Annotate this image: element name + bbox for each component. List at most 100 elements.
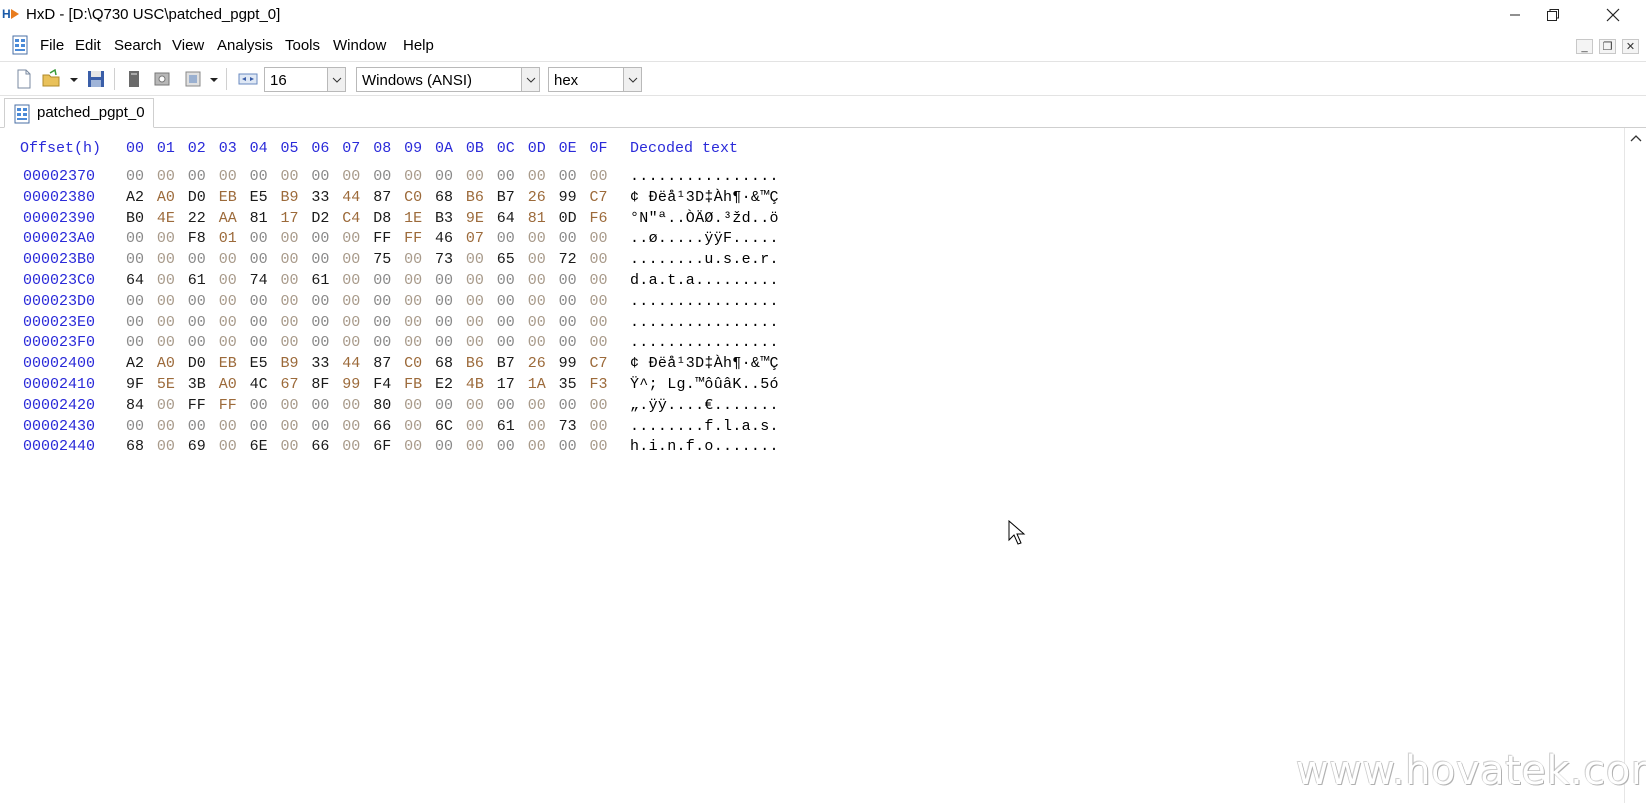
hex-byte[interactable]: 4C — [250, 376, 268, 393]
hex-byte[interactable]: C0 — [404, 355, 422, 372]
hex-byte[interactable]: 00 — [157, 438, 175, 455]
hex-byte[interactable]: 00 — [219, 293, 237, 310]
hex-byte[interactable]: 72 — [559, 251, 577, 268]
menu-window[interactable]: Window — [333, 37, 386, 54]
hex-byte[interactable]: 80 — [373, 397, 391, 414]
hex-row[interactable]: 000023F0 00 00 00 00 00 00 00 00 00 00 00 00 00 00 00 00… — [0, 334, 800, 354]
hex-byte[interactable]: 17 — [497, 376, 515, 393]
hex-byte[interactable]: 44 — [342, 355, 360, 372]
hex-byte[interactable]: 00 — [466, 397, 484, 414]
hex-byte[interactable]: 00 — [590, 272, 608, 289]
hex-byte[interactable]: 00 — [311, 397, 329, 414]
hex-byte[interactable]: 00 — [435, 438, 453, 455]
hex-byte[interactable]: 00 — [559, 230, 577, 247]
hex-byte[interactable]: 69 — [188, 438, 206, 455]
hex-byte[interactable]: 00 — [559, 293, 577, 310]
hex-byte[interactable]: B9 — [281, 355, 299, 372]
hex-byte[interactable]: 00 — [126, 314, 144, 331]
decoded-text[interactable]: ................ — [630, 334, 779, 351]
hex-byte[interactable]: 00 — [342, 230, 360, 247]
hex-byte[interactable]: 8F — [311, 376, 329, 393]
menu-tools[interactable]: Tools — [285, 37, 320, 54]
hex-byte[interactable]: 00 — [497, 397, 515, 414]
hex-row[interactable]: 00002420 84 00 FF FF 00 00 00 00 80 00 00 00 00 00 00 00… — [0, 397, 800, 417]
hex-byte[interactable]: 00 — [559, 272, 577, 289]
hex-byte[interactable]: 00 — [528, 334, 546, 351]
hex-byte[interactable]: 61 — [311, 272, 329, 289]
hex-byte[interactable]: 00 — [342, 168, 360, 185]
hex-byte[interactable]: 00 — [404, 314, 422, 331]
hex-row[interactable]: 000023C0 64 00 61 00 74 00 61 00 00 00 00 00 00 00 00 00… — [0, 272, 800, 292]
hex-byte[interactable]: F4 — [373, 376, 391, 393]
hex-byte[interactable]: 00 — [528, 251, 546, 268]
menu-analysis[interactable]: Analysis — [217, 37, 273, 54]
hex-byte[interactable]: 00 — [157, 334, 175, 351]
hex-byte[interactable]: 35 — [559, 376, 577, 393]
hex-byte[interactable]: D0 — [188, 189, 206, 206]
hex-byte[interactable]: 33 — [311, 189, 329, 206]
hex-byte[interactable]: 00 — [528, 230, 546, 247]
save-icon[interactable] — [86, 69, 106, 89]
hex-byte[interactable]: 00 — [373, 272, 391, 289]
hex-byte[interactable]: EB — [219, 189, 237, 206]
hex-byte[interactable]: 00 — [281, 314, 299, 331]
hex-byte[interactable]: 00 — [373, 334, 391, 351]
hex-byte[interactable]: 00 — [559, 168, 577, 185]
mdi-close-button[interactable]: ✕ — [1622, 39, 1639, 54]
decoded-text[interactable]: ................ — [630, 314, 779, 331]
offset-base-select[interactable]: hex — [548, 67, 642, 92]
hex-byte[interactable]: C0 — [404, 189, 422, 206]
decoded-text[interactable]: °N"ª..ÒÄØ.³žd..ö — [630, 210, 779, 227]
menu-file[interactable]: File — [40, 37, 64, 54]
hex-row[interactable]: 000023D0 00 00 00 00 00 00 00 00 00 00 00 00 00 00 00 00… — [0, 293, 800, 313]
hex-byte[interactable]: 00 — [219, 334, 237, 351]
hex-byte[interactable]: 00 — [342, 418, 360, 435]
hex-byte[interactable]: 75 — [373, 251, 391, 268]
hex-byte[interactable]: B0 — [126, 210, 144, 227]
hex-byte[interactable]: 9F — [126, 376, 144, 393]
hex-byte[interactable]: 00 — [590, 397, 608, 414]
hex-byte[interactable]: 00 — [590, 418, 608, 435]
hex-byte[interactable]: 00 — [497, 272, 515, 289]
hex-byte[interactable]: 1A — [528, 376, 546, 393]
hex-byte[interactable]: A2 — [126, 189, 144, 206]
hex-byte[interactable]: 00 — [466, 293, 484, 310]
open-dropdown-icon[interactable] — [68, 69, 80, 89]
hex-byte[interactable]: 00 — [528, 418, 546, 435]
hex-byte[interactable]: 00 — [404, 293, 422, 310]
hex-byte[interactable]: 00 — [281, 230, 299, 247]
hex-byte[interactable]: 00 — [590, 314, 608, 331]
hex-byte[interactable]: FF — [188, 397, 206, 414]
hex-byte[interactable]: E2 — [435, 376, 453, 393]
hex-row[interactable]: 00002400 A2 A0 D0 EB E5 B9 33 44 87 C0 68 B6 B7 26 99 C7… — [0, 355, 800, 375]
decoded-text[interactable]: ................ — [630, 293, 779, 310]
hex-byte[interactable]: 00 — [281, 251, 299, 268]
hex-row[interactable]: 000023B0 00 00 00 00 00 00 00 00 75 00 73 00 65 00 72 00… — [0, 251, 800, 271]
hex-byte[interactable]: 00 — [404, 418, 422, 435]
hex-byte[interactable]: 6F — [373, 438, 391, 455]
menu-help[interactable]: Help — [403, 37, 434, 54]
tab-patched-pgpt-0[interactable]: patched_pgpt_0 — [4, 98, 154, 128]
hex-byte[interactable]: 00 — [219, 168, 237, 185]
hex-byte[interactable]: 00 — [281, 438, 299, 455]
hex-byte[interactable]: 00 — [157, 168, 175, 185]
hex-byte[interactable]: A0 — [157, 355, 175, 372]
hex-row[interactable]: 000023E0 00 00 00 00 00 00 00 00 00 00 00 00 00 00 00 00… — [0, 314, 800, 334]
hex-byte[interactable]: 00 — [188, 314, 206, 331]
hex-byte[interactable]: 68 — [435, 189, 453, 206]
hex-byte[interactable]: 00 — [497, 293, 515, 310]
hex-byte[interactable]: 00 — [435, 168, 453, 185]
hex-byte[interactable]: 00 — [311, 293, 329, 310]
hex-byte[interactable]: 07 — [466, 230, 484, 247]
hex-byte[interactable]: 00 — [157, 251, 175, 268]
hex-byte[interactable]: D2 — [311, 210, 329, 227]
hex-byte[interactable]: 00 — [590, 438, 608, 455]
hex-byte[interactable]: 00 — [435, 397, 453, 414]
hex-byte[interactable]: FF — [404, 230, 422, 247]
hex-byte[interactable]: C7 — [590, 189, 608, 206]
hex-byte[interactable]: 00 — [528, 397, 546, 414]
hex-byte[interactable]: 26 — [528, 189, 546, 206]
hex-byte[interactable]: 00 — [250, 230, 268, 247]
hex-byte[interactable]: 00 — [281, 334, 299, 351]
hex-byte[interactable]: F3 — [590, 376, 608, 393]
